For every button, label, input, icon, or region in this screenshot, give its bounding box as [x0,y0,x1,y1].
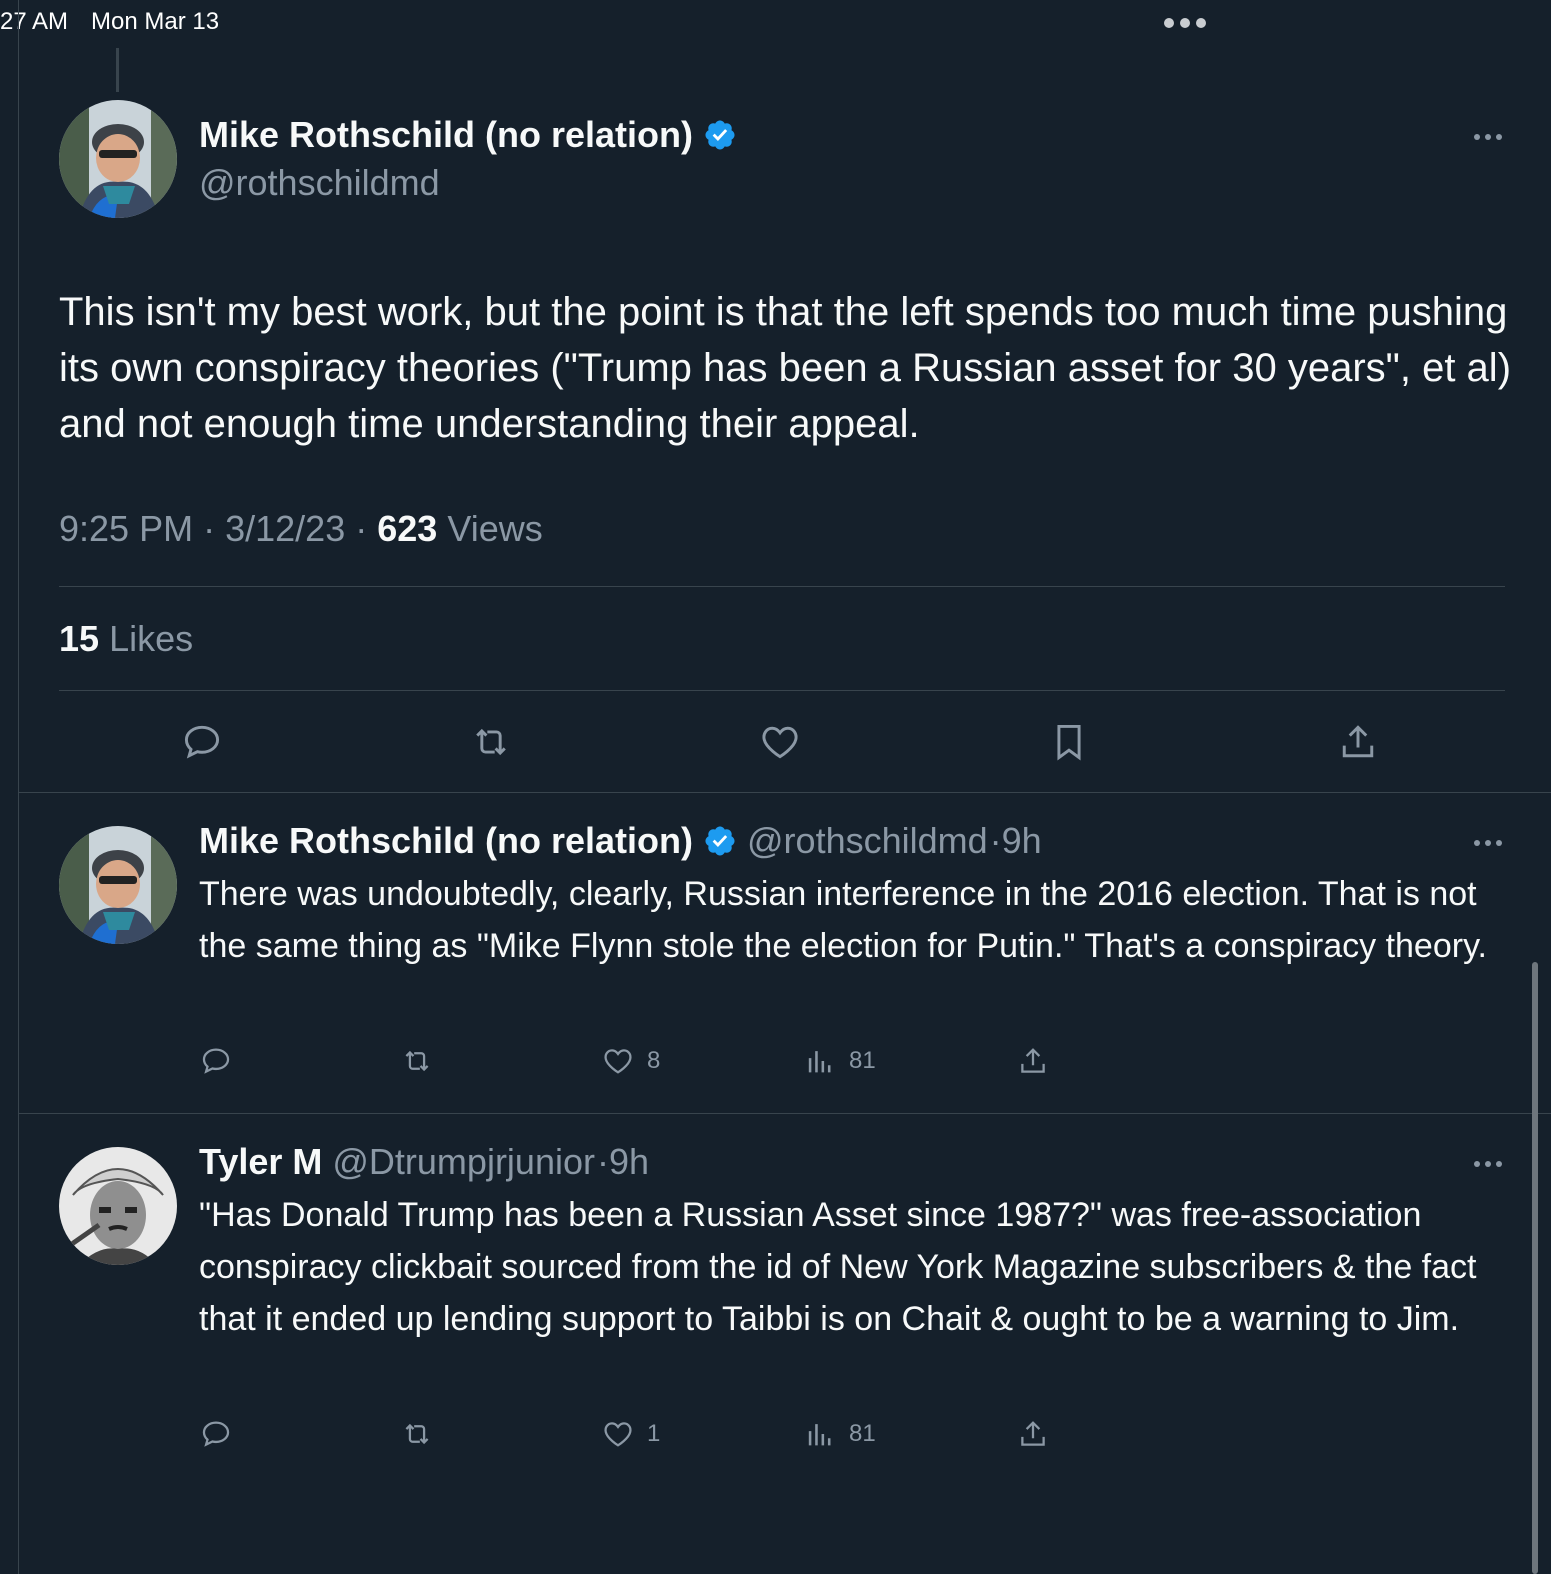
reply-author-name[interactable]: Mike Rothschild (no relation) [199,820,693,862]
reply-header: Mike Rothschild (no relation) @rothschil… [199,820,1042,862]
reply-author-name[interactable]: Tyler M [199,1141,322,1183]
author-name[interactable]: Mike Rothschild (no relation) [199,114,737,156]
reply-icon[interactable] [180,720,224,764]
meta-separator: · [355,508,368,549]
like-icon[interactable] [758,720,802,764]
avatar-mike-image [59,826,177,944]
reply-text: There was undoubtedly, clearly, Russian … [199,875,1487,965]
status-time: 27 AM [0,8,69,35]
like-count: 8 [647,1047,661,1074]
column-divider [18,0,19,1574]
bookmark-icon[interactable] [1047,720,1091,764]
divider [18,792,1551,793]
likes-label: Likes [109,618,194,659]
likes-count: 15 [59,618,100,659]
divider [18,1113,1551,1114]
author-handle[interactable]: @rothschildmd [199,162,440,204]
reply-icon[interactable] [199,1417,233,1451]
reply-time[interactable]: ·9h [990,820,1042,862]
reply-header: Tyler M @Dtrumpjrjunior ·9h [199,1141,649,1183]
verified-badge-icon [705,826,735,856]
tweet-time[interactable]: 9:25 PM [59,508,193,549]
reply-handle[interactable]: @Dtrumpjrjunior [332,1141,595,1183]
share-icon[interactable] [1336,720,1380,764]
status-date: Mon Mar 13 [91,8,220,35]
tweet-meta: 9:25 PM · 3/12/23 · 623 Views [59,508,543,550]
scrollbar[interactable] [1532,962,1538,1574]
views-count: 81 [849,1420,876,1447]
retweet-icon[interactable] [469,720,513,764]
more-options-icon[interactable] [1474,1161,1502,1167]
reply-handle[interactable]: @rothschildmd [747,820,988,862]
multitasking-dots-icon[interactable] [1164,18,1206,28]
views-button[interactable]: 81 [803,1417,876,1451]
like-icon [604,1422,632,1447]
more-options-icon[interactable] [1474,840,1502,846]
views-icon [808,1051,831,1073]
retweet-icon[interactable] [400,1417,434,1451]
views-count: 81 [849,1047,876,1074]
avatar[interactable] [59,826,177,944]
reply-time[interactable]: ·9h [597,1141,649,1183]
avatar[interactable] [59,1147,177,1265]
likes-summary[interactable]: 15 Likes [59,618,193,660]
status-bar: 27 AM Mon Mar 13 [0,0,1551,48]
like-count: 1 [647,1420,661,1447]
divider [59,586,1505,587]
views-label: Views [447,508,543,549]
verified-badge-icon [705,120,735,150]
like-icon [604,1049,632,1074]
author-name-text[interactable]: Mike Rothschild (no relation) [199,114,693,156]
like-button[interactable]: 1 [601,1417,660,1451]
more-options-icon[interactable] [1474,134,1502,140]
share-icon[interactable] [1016,1044,1050,1078]
meta-separator: · [203,508,216,549]
share-icon[interactable] [1016,1417,1050,1451]
avatar-mike-image [59,100,177,218]
retweet-icon[interactable] [400,1044,434,1078]
tweet-date[interactable]: 3/12/23 [225,508,345,549]
thread-line [116,48,119,92]
avatar[interactable] [59,100,177,218]
reply-icon[interactable] [199,1044,233,1078]
views-count: 623 [377,508,438,549]
avatar-tyler-image [59,1147,177,1265]
divider [59,690,1505,691]
views-icon [808,1424,831,1446]
reply-text: "Has Donald Trump has been a Russian Ass… [199,1196,1477,1338]
tweet-text: This isn't my best work, but the point i… [59,290,1512,446]
like-button[interactable]: 8 [601,1044,660,1078]
views-button[interactable]: 81 [803,1044,876,1078]
